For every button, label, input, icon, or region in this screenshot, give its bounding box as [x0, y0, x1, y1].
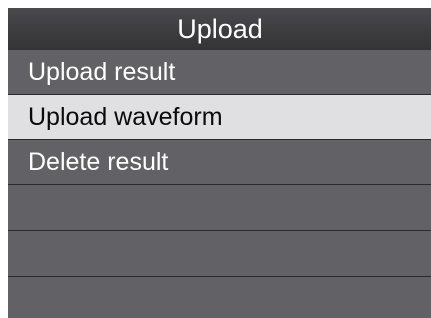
- menu-item-empty: [8, 231, 431, 277]
- menu-item-delete-result[interactable]: Delete result: [8, 140, 431, 185]
- menu-item-empty: [8, 185, 431, 231]
- page-title: Upload: [8, 8, 431, 50]
- menu-item-upload-waveform[interactable]: Upload waveform: [8, 95, 431, 140]
- upload-menu: Upload result Upload waveform Delete res…: [8, 50, 431, 318]
- menu-item-empty: [8, 277, 431, 318]
- menu-item-upload-result[interactable]: Upload result: [8, 50, 431, 95]
- upload-screen: Upload Upload result Upload waveform Del…: [8, 8, 431, 318]
